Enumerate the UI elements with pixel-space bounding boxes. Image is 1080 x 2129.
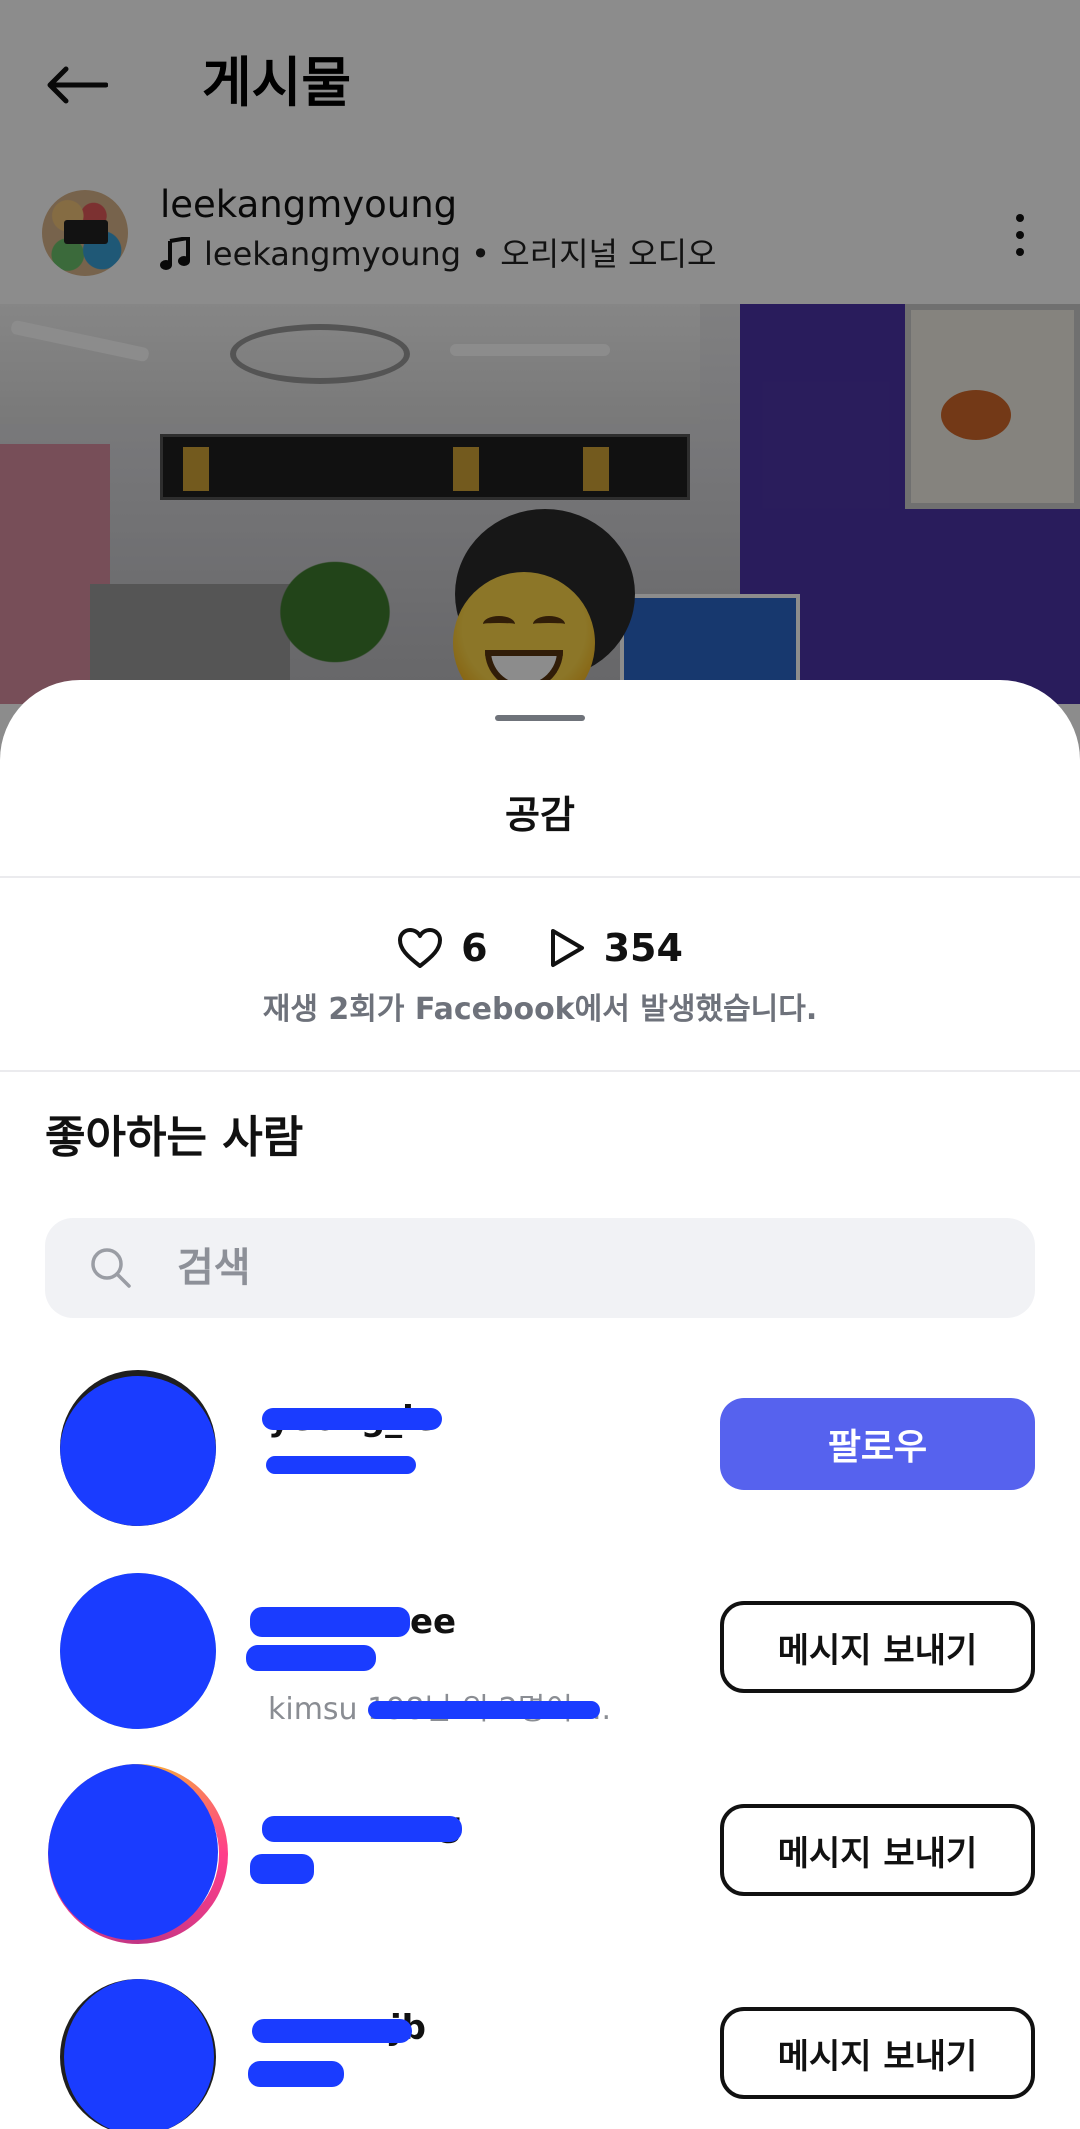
liker-row[interactable]: yeong_ie 팔로우	[0, 1360, 1080, 1530]
search-icon	[89, 1246, 133, 1290]
redaction-scribble	[250, 1854, 314, 1884]
liker-row[interactable]: jb 메시지 보내기	[0, 1969, 1080, 2129]
search-bar[interactable]	[45, 1218, 1035, 1318]
avatar[interactable]	[60, 1370, 216, 1526]
divider	[0, 876, 1080, 878]
plays-note: 재생 2회가 Facebook에서 발생했습니다.	[262, 992, 818, 1027]
likers-section-title: 좋아하는 사람	[45, 1112, 304, 1163]
reactions-sheet: 공감 6 354 재생 2회가 Facebook에서 발생했습니다. 좋아하는 …	[0, 680, 1080, 2129]
redaction-scribble	[262, 1816, 462, 1842]
search-input[interactable]	[177, 1245, 957, 1291]
plays-stat: 354	[548, 926, 683, 970]
redaction-scribble	[246, 1645, 376, 1671]
liker-username[interactable]: ee	[410, 1601, 456, 1643]
divider	[0, 1070, 1080, 1072]
avatar[interactable]	[60, 1979, 216, 2129]
sheet-drag-handle[interactable]	[495, 715, 585, 721]
plays-count: 354	[603, 926, 683, 970]
avatar[interactable]	[60, 1573, 216, 1729]
message-button[interactable]: 메시지 보내기	[720, 1804, 1035, 1896]
liker-row[interactable]: g 메시지 보내기	[0, 1764, 1080, 1944]
redaction-scribble	[248, 2061, 344, 2087]
redaction-scribble	[262, 1408, 442, 1430]
message-button[interactable]: 메시지 보내기	[720, 1601, 1035, 1693]
sheet-title: 공감	[505, 793, 575, 837]
likes-stat: 6	[397, 926, 488, 970]
stats-row: 6 354	[0, 912, 1080, 984]
heart-outline-icon	[398, 928, 443, 968]
follow-button[interactable]: 팔로우	[720, 1398, 1035, 1490]
liker-row[interactable]: ee kimsu 198님 외 2명이 ... 메시지 보내기	[0, 1563, 1080, 1733]
redaction-scribble	[368, 1701, 600, 1719]
redaction-scribble	[266, 1456, 416, 1474]
message-button[interactable]: 메시지 보내기	[720, 2007, 1035, 2099]
play-outline-icon	[550, 929, 584, 967]
avatar-story-ring[interactable]	[48, 1764, 228, 1944]
redaction-scribble	[250, 1607, 410, 1637]
redaction-scribble	[252, 2019, 412, 2043]
likes-count: 6	[461, 926, 488, 970]
